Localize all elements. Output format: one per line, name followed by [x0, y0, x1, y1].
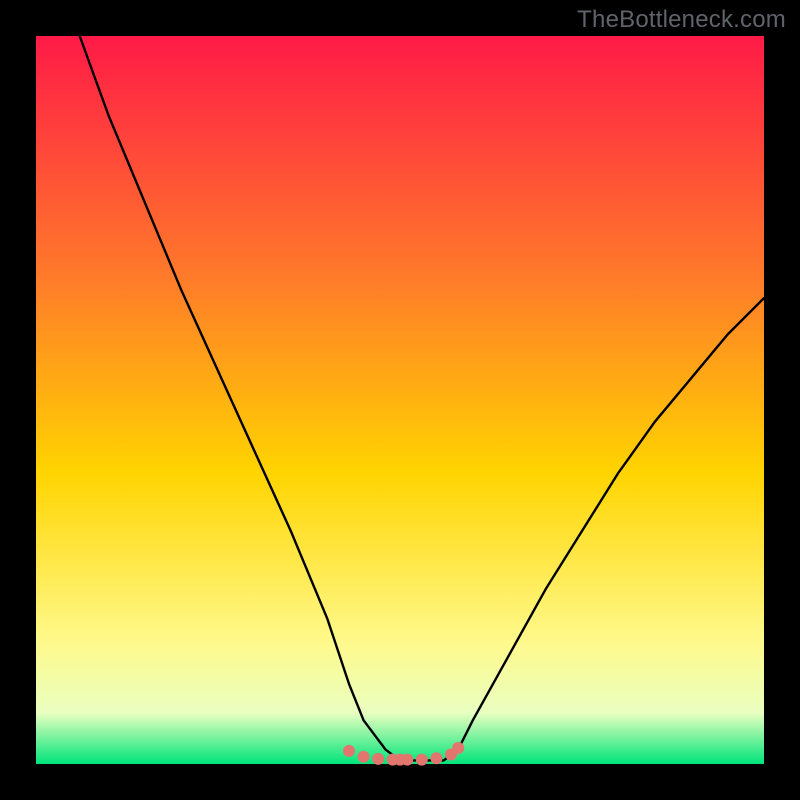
optimal-dot: [401, 754, 413, 766]
plot-background: [36, 36, 764, 764]
optimal-dot: [358, 751, 370, 763]
chart-frame: { "watermark": "TheBottleneck.com", "col…: [0, 0, 800, 800]
optimal-dot: [452, 742, 464, 754]
bottleneck-chart: [0, 0, 800, 800]
optimal-dot: [416, 754, 428, 766]
optimal-dot: [372, 753, 384, 765]
optimal-dot: [430, 752, 442, 764]
watermark-text: TheBottleneck.com: [577, 6, 786, 34]
optimal-dot: [343, 745, 355, 757]
